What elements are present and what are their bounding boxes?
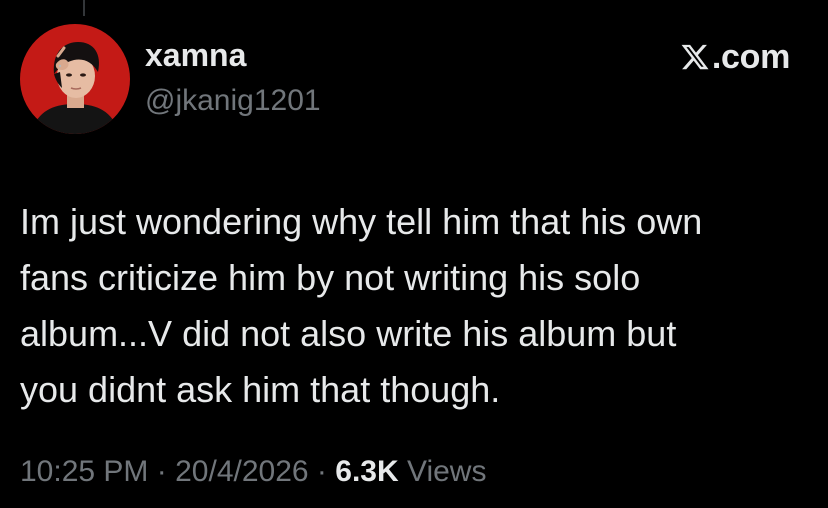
x-logo-icon [681,44,709,70]
brand-domain-label: .com [711,37,790,76]
user-handle[interactable]: @jkanig1201 [145,84,321,118]
views-label: Views [406,455,487,488]
avatar[interactable] [20,24,130,134]
meta-separator: · [156,455,167,488]
display-name[interactable]: xamna [145,37,246,74]
views-count: 6.3K [335,455,399,488]
thread-connector-line [83,0,85,16]
tweet-text: Im just wondering why tell him that his … [20,201,703,410]
tweet-time[interactable]: 10:25 PM [20,455,148,488]
tweet-meta: 10:25 PM · 20/4/2026 · 6.3K Views [20,455,486,489]
avatar-photo [20,24,130,134]
tweet-date[interactable]: 20/4/2026 [175,455,308,488]
meta-separator: · [316,455,327,488]
x-brand-link[interactable]: .com [680,38,790,76]
